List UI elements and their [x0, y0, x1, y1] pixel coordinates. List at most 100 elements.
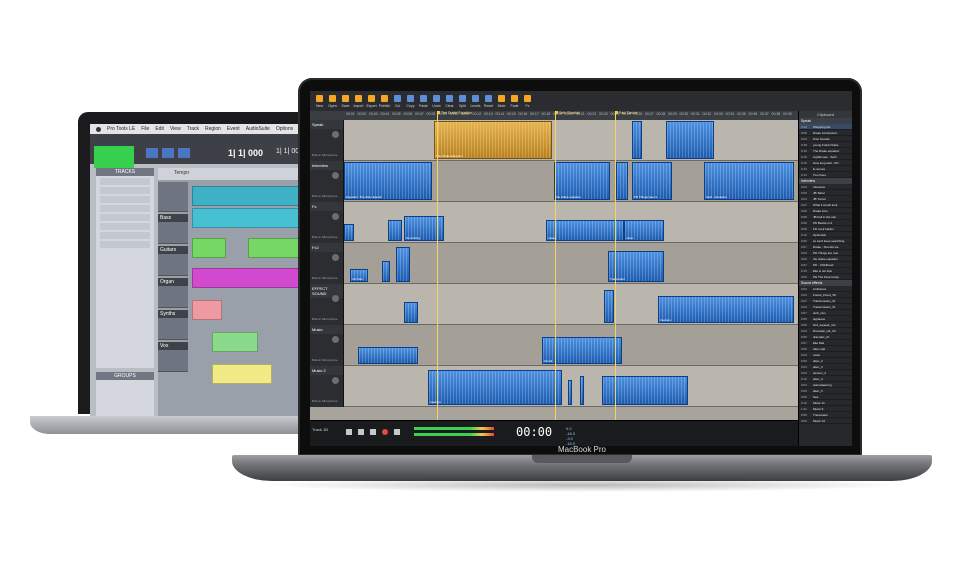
play-icon[interactable]: [358, 429, 364, 435]
tracks-list-item[interactable]: [100, 196, 150, 203]
tracks-list-item[interactable]: [100, 232, 150, 239]
audio-clip[interactable]: treetops: [428, 370, 562, 405]
tracks-list-item[interactable]: [100, 178, 150, 185]
volume-knob[interactable]: [332, 377, 339, 384]
track-header[interactable]: [158, 182, 188, 212]
audio-clip[interactable]: [666, 121, 714, 159]
tracks-list-item[interactable]: [100, 205, 150, 212]
menu-region[interactable]: Region: [205, 126, 221, 132]
track-header[interactable]: Bass: [158, 214, 188, 244]
track-header[interactable]: Guitars: [158, 246, 188, 276]
grid-button[interactable]: [178, 148, 190, 158]
undo-button[interactable]: Undo: [431, 93, 442, 111]
menu-track[interactable]: Track: [187, 126, 199, 132]
menu-options[interactable]: Options: [276, 126, 293, 132]
volume-knob[interactable]: [332, 131, 339, 138]
cut-button[interactable]: Cut: [392, 93, 403, 111]
audio-clip[interactable]: PD Things (we re: [632, 162, 672, 200]
audio-clip[interactable]: [604, 290, 614, 323]
track-header[interactable]: Organ: [158, 278, 188, 308]
audio-clip[interactable]: [632, 121, 642, 159]
audio-clip[interactable]: [358, 347, 418, 364]
clipboard-item[interactable]: 0:06 Music 12: [799, 418, 852, 424]
menu-app[interactable]: Pro Tools LE: [107, 126, 135, 132]
audio-clip[interactable]: [382, 261, 390, 282]
track-header[interactable]: Fx Built-in Microphone: [310, 202, 344, 243]
tool-button[interactable]: [162, 148, 174, 158]
track-header[interactable]: Fx2 Built-in Microphone: [310, 243, 344, 284]
record-icon[interactable]: [382, 429, 388, 435]
paste-button[interactable]: Paste: [418, 93, 429, 111]
track-lane[interactable]: Old Sail Transwater: [344, 243, 798, 284]
audio-clip[interactable]: [580, 376, 584, 405]
levels-button[interactable]: Levels: [470, 93, 481, 111]
audio-clip[interactable]: Grounding: [404, 216, 444, 241]
audio-clip[interactable]: noise: [546, 220, 624, 241]
reset-button[interactable]: Reset: [483, 93, 494, 111]
audio-clip[interactable]: [344, 224, 354, 241]
menu-event[interactable]: Event: [227, 126, 240, 132]
new-button[interactable]: New: [314, 93, 325, 111]
track-header[interactable]: Interview Built-in Microphone: [310, 161, 344, 202]
audio-clip[interactable]: The Drake Equation: [434, 121, 552, 159]
audio-region[interactable]: [192, 238, 226, 258]
audio-clip[interactable]: Equation: The Alien Equati: [344, 162, 432, 200]
menu-file[interactable]: File: [141, 126, 149, 132]
volume-knob[interactable]: [332, 172, 339, 179]
split-button[interactable]: Split: [457, 93, 468, 111]
track-header[interactable]: EFFECT SOUND Built-in Microphone: [310, 284, 344, 325]
volume-knob[interactable]: [332, 213, 339, 220]
save-button[interactable]: Save: [340, 93, 351, 111]
audio-clip[interactable]: [388, 220, 402, 241]
audio-clip[interactable]: [568, 380, 572, 405]
fade-button[interactable]: Fade: [509, 93, 520, 111]
track-lane[interactable]: The Drake Equation: [344, 120, 798, 161]
track-lane[interactable]: choral: [344, 325, 798, 366]
clear-button[interactable]: Clear: [444, 93, 455, 111]
audio-clip[interactable]: treetops: [658, 296, 794, 323]
audio-clip[interactable]: noise: [624, 220, 664, 241]
stop-icon[interactable]: [370, 429, 376, 435]
audio-region[interactable]: [192, 300, 222, 320]
volume-knob[interactable]: [332, 295, 339, 302]
tracks-list-item[interactable]: [100, 241, 150, 248]
zoom-button[interactable]: [146, 148, 158, 158]
tracks-list-item[interactable]: [100, 214, 150, 221]
marker[interactable]: The Drake Equation: [437, 111, 472, 115]
export-button[interactable]: Export: [366, 93, 377, 111]
fast-forward-icon[interactable]: [394, 429, 400, 435]
audio-clip[interactable]: [396, 247, 410, 282]
track-header[interactable]: Synths: [158, 310, 188, 340]
apple-icon[interactable]: [96, 126, 101, 132]
track-lane[interactable]: treetops: [344, 284, 798, 325]
track-lane[interactable]: Grounding noise noise: [344, 202, 798, 243]
track-header[interactable]: Music Built-in Microphone: [310, 325, 344, 366]
track-lane[interactable]: treetops: [344, 366, 798, 407]
edit-mode-indicator[interactable]: [94, 146, 134, 168]
marker[interactable]: Seth Shostak: [555, 111, 580, 115]
audio-clip[interactable]: [404, 302, 418, 323]
tracks-list-item[interactable]: [100, 223, 150, 230]
volume-knob[interactable]: [332, 336, 339, 343]
import-button[interactable]: Import: [353, 93, 364, 111]
track-lane[interactable]: Equation: The Alien Equati the drake equ…: [344, 161, 798, 202]
fx-button[interactable]: Fx: [522, 93, 533, 111]
copy-button[interactable]: Copy: [405, 93, 416, 111]
marker[interactable]: Paul Davies: [615, 111, 638, 115]
audio-clip[interactable]: [616, 162, 628, 200]
audio-clip[interactable]: choral: [542, 337, 622, 364]
volume-knob[interactable]: [332, 254, 339, 261]
publish-button[interactable]: Publish: [379, 93, 390, 111]
audio-region[interactable]: [212, 364, 272, 384]
audio-region[interactable]: [212, 332, 258, 352]
track-header[interactable]: Speak Built-in Microphone: [310, 120, 344, 161]
track-header[interactable]: Music 2 Built-in Microphone: [310, 366, 344, 407]
menu-view[interactable]: View: [170, 126, 181, 132]
menu-audiosuite[interactable]: AudioSuite: [246, 126, 270, 132]
add-track-button[interactable]: Track 1B: [312, 427, 328, 432]
audio-clip[interactable]: Transwater: [608, 251, 664, 282]
tracks-list-item[interactable]: [100, 187, 150, 194]
open-button[interactable]: Open: [327, 93, 338, 111]
rewind-icon[interactable]: [346, 429, 352, 435]
menu-edit[interactable]: Edit: [155, 126, 164, 132]
